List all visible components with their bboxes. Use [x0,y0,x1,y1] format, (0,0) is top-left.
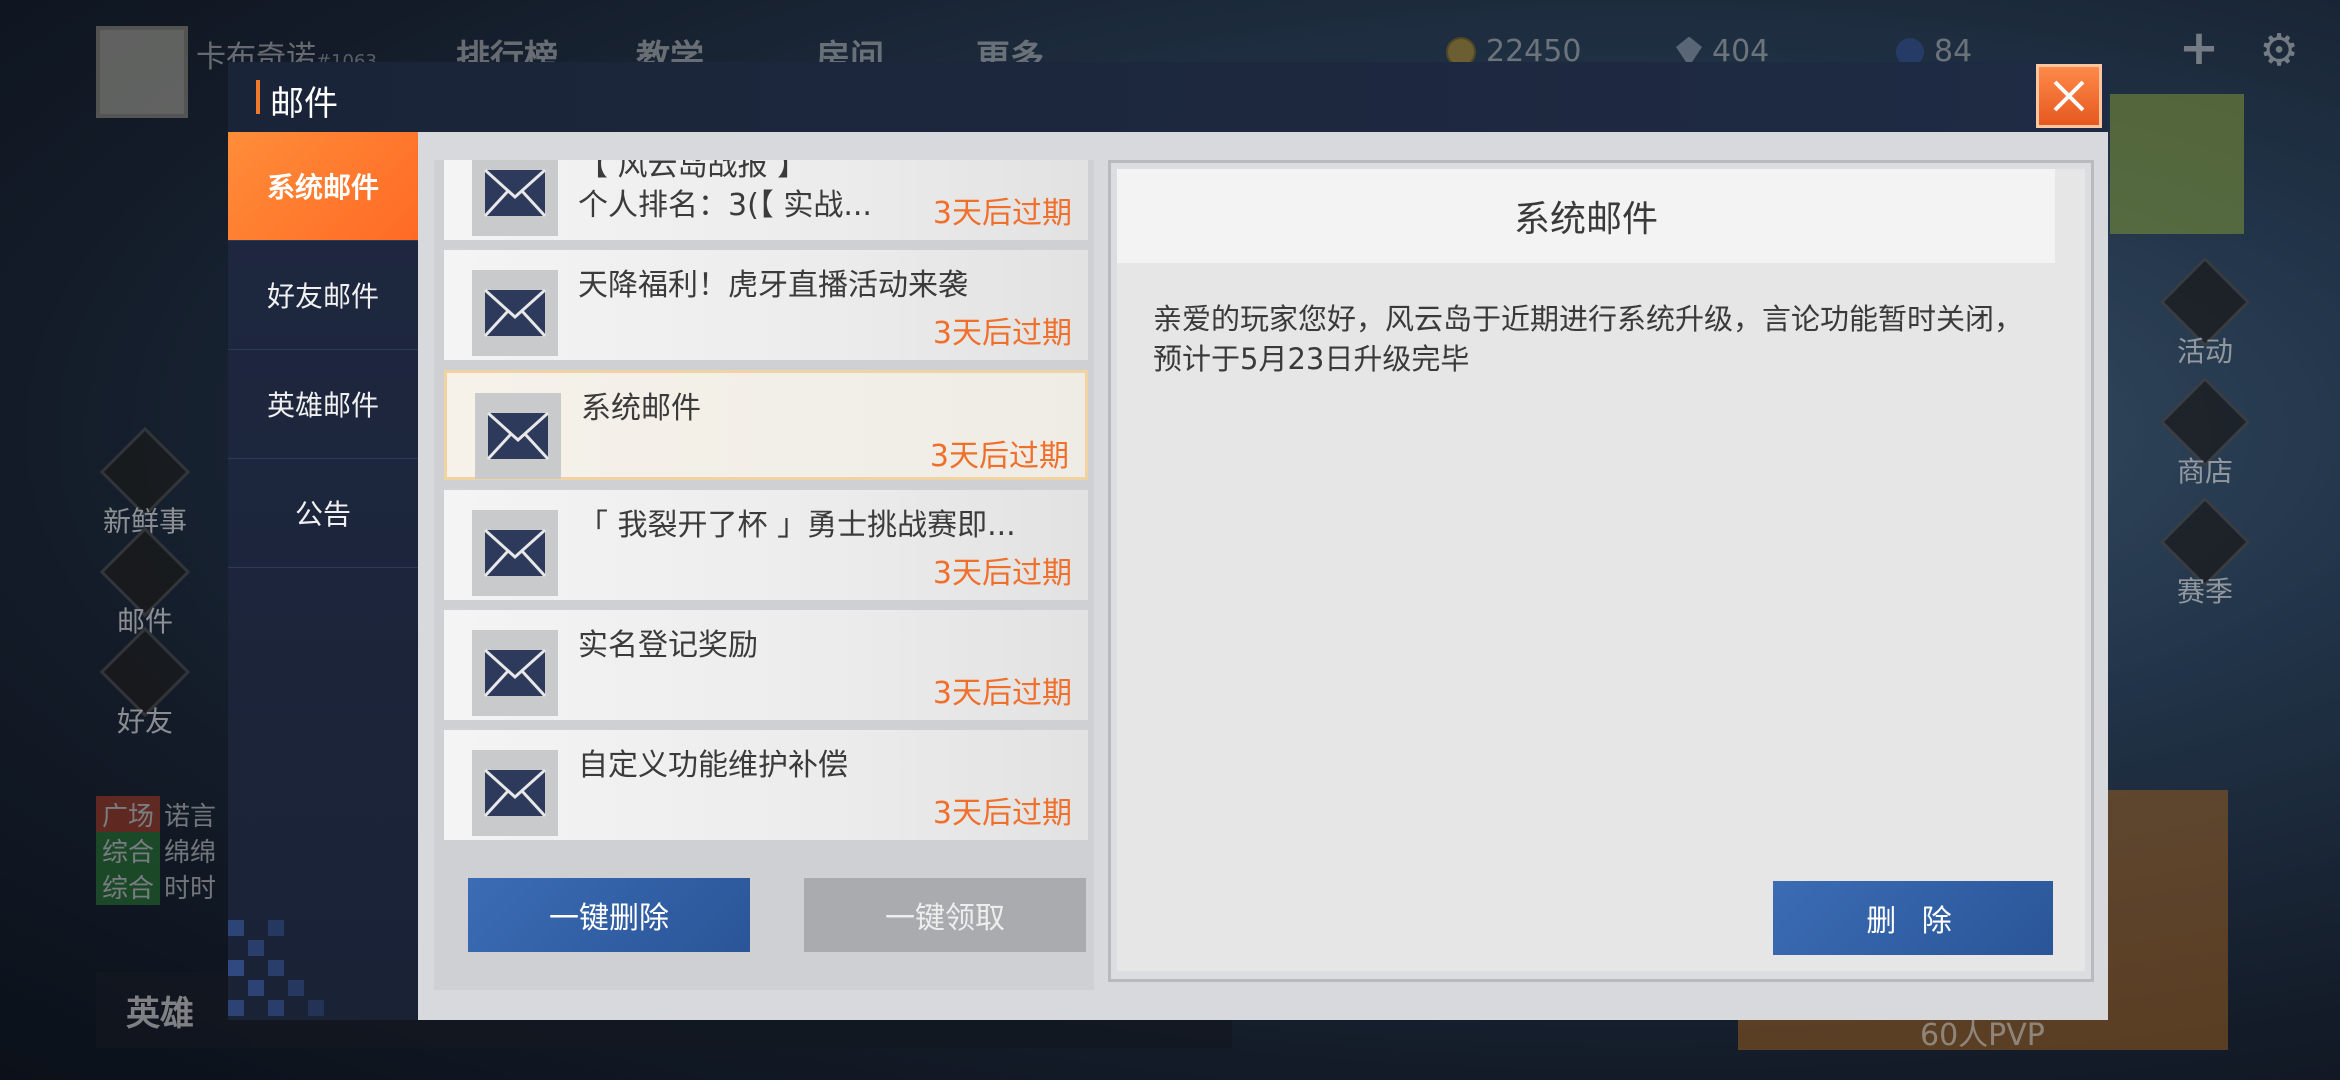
mail-expire: 3天后过期 [932,196,1072,231]
delete-all-button[interactable]: 一键删除 [468,878,750,952]
header-accent [256,80,260,114]
mail-detail-panel: 系统邮件 亲爱的玩家您好，风云岛于近期进行系统升级，言论功能暂时关闭，预计于5月… [1108,160,2094,982]
envelope-icon [472,160,558,236]
mail-expire: 3天后过期 [932,796,1072,831]
mail-detail-content: 系统邮件 亲爱的玩家您好，风云岛于近期进行系统升级，言论功能暂时关闭，预计于5月… [1117,169,2085,971]
detail-title: 系统邮件 [1117,169,2055,263]
mail-list-panel: 【 风云岛战报 】 个人排名：3(【 实战... 3天后过期 天降福利！虎牙直播… [434,160,1094,990]
mail-expire: 3天后过期 [932,316,1072,351]
mail-title: 天降福利！虎牙直播活动来袭 [578,268,968,303]
close-icon [2053,80,2085,112]
mail-title: 系统邮件 [581,391,701,426]
detail-body: 亲爱的玩家您好，风云岛于近期进行系统升级，言论功能暂时关闭，预计于5月23日升级… [1153,302,2024,376]
envelope-icon [472,750,558,836]
mail-item-selected[interactable]: 系统邮件 3天后过期 [444,370,1088,480]
mail-content-area: 【 风云岛战报 】 个人排名：3(【 实战... 3天后过期 天降福利！虎牙直播… [418,132,2108,1020]
envelope-icon [472,510,558,596]
mail-category-tabs: 系统邮件 好友邮件 英雄邮件 公告 [228,132,418,1020]
dialog-title: 邮件 [270,84,338,124]
mail-expire: 3天后过期 [932,676,1072,711]
mail-item[interactable]: 【 风云岛战报 】 个人排名：3(【 实战... 3天后过期 [444,160,1088,240]
mail-item[interactable]: 实名登记奖励 3天后过期 [444,610,1088,720]
mail-dialog: 系统邮件 好友邮件 英雄邮件 公告 【 风云岛战报 】 个人排名：3(【 实战.… [228,132,2108,1020]
mail-item[interactable]: 自定义功能维护补偿 3天后过期 [444,730,1088,840]
tab-friend-mail[interactable]: 好友邮件 [228,241,418,350]
claim-all-button[interactable]: 一键领取 [804,878,1086,952]
mail-item[interactable]: 天降福利！虎牙直播活动来袭 3天后过期 [444,250,1088,360]
mail-list[interactable]: 【 风云岛战报 】 个人排名：3(【 实战... 3天后过期 天降福利！虎牙直播… [444,160,1088,854]
tab-system-mail[interactable]: 系统邮件 [228,132,418,241]
mail-preview: 个人排名：3(【 实战... [578,188,872,223]
dialog-header: 邮件 [228,62,2108,132]
mail-item[interactable]: 「 我裂开了杯 」勇士挑战赛即... 3天后过期 [444,490,1088,600]
mail-title: 实名登记奖励 [578,628,758,663]
close-button[interactable] [2036,64,2102,128]
envelope-icon [475,393,561,479]
envelope-icon [472,630,558,716]
mail-expire: 3天后过期 [932,556,1072,591]
tab-hero-mail[interactable]: 英雄邮件 [228,350,418,459]
tab-announcement[interactable]: 公告 [228,459,418,568]
pixel-decoration [228,920,324,1016]
mail-title: 自定义功能维护补偿 [578,748,848,783]
delete-button[interactable]: 删 除 [1773,881,2053,955]
envelope-icon [472,270,558,356]
mail-title: 「 我裂开了杯 」勇士挑战赛即... [578,508,1016,543]
mail-expire: 3天后过期 [929,439,1069,474]
